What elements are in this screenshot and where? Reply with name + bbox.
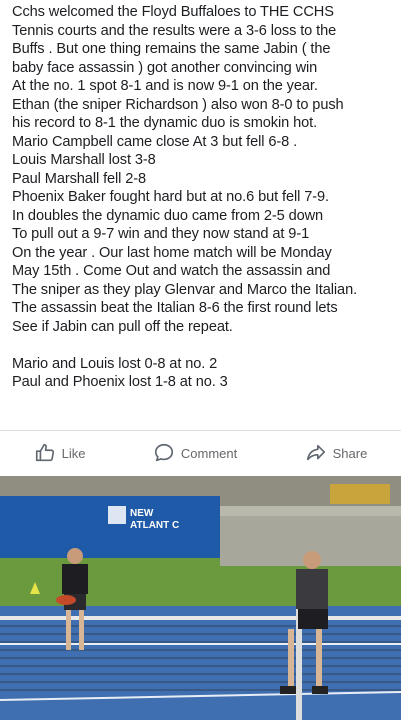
thumbs-up-icon [35, 443, 54, 462]
post-line: his record to 8-1 the dynamic duo is smo… [12, 115, 318, 131]
post-line: See if Jabin can pull off the repeat. [12, 318, 233, 335]
post-line: The sniper as they play Glenvar and Marc… [12, 281, 358, 298]
action-bar: Like Comment Share [0, 430, 401, 475]
post-line: Cchs welcomed the Floyd Buffaloes to THE… [12, 4, 334, 20]
share-button[interactable]: Share [305, 442, 368, 464]
banner-logo-icon [108, 506, 126, 524]
post-line: Buffs . But one thing remains the same J… [12, 41, 331, 57]
post-line-blank [12, 336, 398, 355]
post-line: Mario and Louis lost 0-8 at no. 2 [12, 355, 218, 372]
post-line: The assassin beat the Italian 8-6 the fi… [12, 300, 338, 316]
construction-vehicle [330, 484, 390, 504]
post-line: baby face assassin ) got another convinc… [12, 59, 318, 76]
banner-text-1: NEW [130, 508, 154, 519]
post-line: Paul and Phoenix lost 1-8 at no. 3 [12, 374, 228, 390]
tennis-court [0, 606, 401, 720]
share-icon [306, 444, 325, 461]
post-line: May 15th . Come Out and watch the assass… [12, 263, 331, 279]
share-label: Share [332, 445, 368, 461]
net-tape [0, 616, 401, 620]
like-button[interactable]: Like [34, 442, 86, 464]
post-line: To pull out a 9-7 win and they now stand… [12, 226, 310, 242]
post-line: In doubles the dynamic duo came from 2-5… [12, 207, 324, 224]
blue-banner [0, 496, 220, 558]
tennis-photo[interactable]: NEW ATLANT C [0, 476, 401, 720]
post-line: On the year . Our last home match will b… [12, 244, 332, 261]
comment-button[interactable]: Comment [153, 442, 237, 464]
comment-icon [154, 443, 173, 462]
post-line: Louis Marshall lost 3-8 [12, 152, 156, 168]
post-line: Tennis courts and the results were a 3-6… [12, 22, 337, 39]
post-line: At the no. 1 spot 8-1 and is now 9-1 on … [12, 78, 318, 94]
post-line: Paul Marshall fell 2-8 [12, 170, 147, 187]
post-line: Mario Campbell came close At 3 but fell … [12, 133, 298, 150]
tennis-photo-illustration: NEW ATLANT C [0, 476, 401, 720]
post-line: Ethan (the sniper Richardson ) also won … [12, 96, 344, 113]
post-line: Phoenix Baker fought hard but at no.6 bu… [12, 189, 329, 205]
banner-text-2: ATLANT C [130, 520, 179, 531]
comment-label: Comment [180, 445, 238, 461]
post-text: Cchs welcomed the Floyd Buffaloes to THE… [12, 3, 398, 392]
like-label: Like [61, 445, 86, 461]
